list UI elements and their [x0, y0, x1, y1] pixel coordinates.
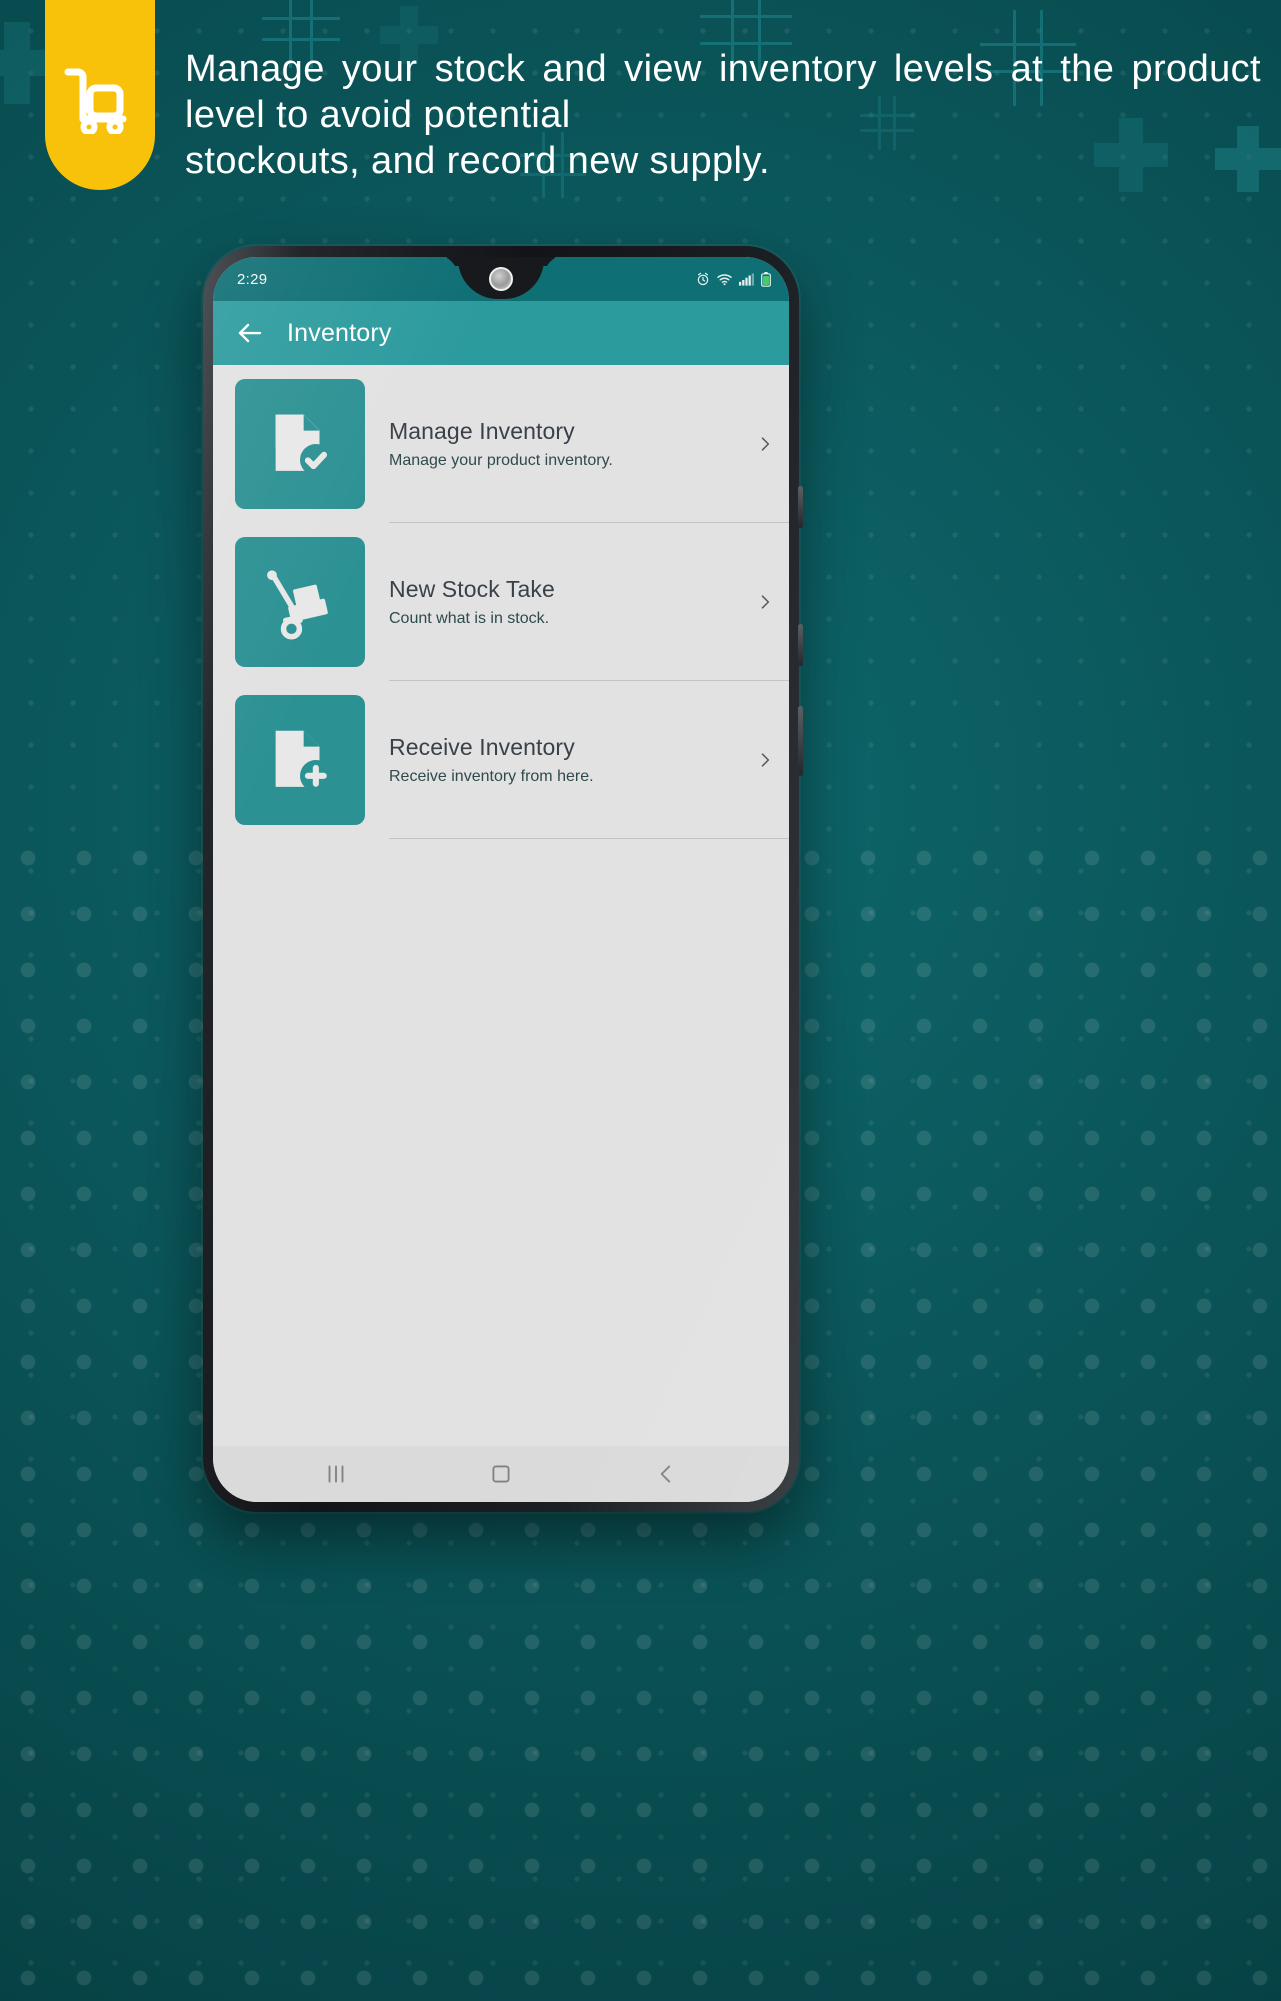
alarm-icon	[697, 272, 709, 286]
list-item-tile	[235, 695, 365, 825]
hand-truck-boxes-icon	[267, 570, 328, 640]
hand-truck-icon	[64, 68, 127, 134]
list-item-title: New Stock Take	[389, 575, 555, 602]
document-plus-icon	[275, 730, 332, 792]
back-icon[interactable]	[653, 1461, 679, 1487]
list-item-title: Receive Inventory	[389, 733, 575, 760]
android-navigation-bar	[213, 1446, 789, 1502]
chevron-right-icon[interactable]	[755, 750, 775, 770]
battery-icon	[761, 271, 771, 287]
phone-side-button	[798, 624, 803, 666]
list-item[interactable]: Manage Inventory Manage your product inv…	[213, 365, 789, 523]
app-bar-title: Inventory	[287, 318, 392, 347]
status-bar: 2:29	[213, 257, 789, 301]
back-arrow-icon[interactable]	[235, 318, 265, 348]
phone-notch	[458, 257, 544, 299]
inventory-list: Manage Inventory Manage your product inv…	[213, 365, 789, 1446]
chevron-right-icon[interactable]	[755, 434, 775, 454]
list-item[interactable]: Receive Inventory Receive inventory from…	[213, 681, 789, 839]
list-item-text: New Stock Take Count what is in stock.	[389, 523, 789, 681]
phone-mockup: 2:29 Inventory Manage Inventory Manage y…	[203, 246, 803, 1512]
list-item-title: Manage Inventory	[389, 417, 575, 444]
list-item-subtitle: Receive inventory from here.	[389, 767, 594, 785]
page-title: Manage your stock and view inventory lev…	[185, 46, 1261, 184]
status-icons	[696, 271, 771, 287]
headline-main: Manage your stock and view inventory lev…	[185, 48, 1261, 136]
wifi-icon	[717, 273, 732, 285]
home-icon[interactable]	[488, 1461, 514, 1487]
front-camera-icon	[489, 267, 513, 291]
list-item-tile	[235, 537, 365, 667]
promo-header: Manage your stock and view inventory lev…	[0, 0, 1281, 200]
chevron-right-icon[interactable]	[755, 592, 775, 612]
phone-side-button	[798, 706, 803, 776]
app-bar: Inventory	[213, 301, 789, 365]
list-item[interactable]: New Stock Take Count what is in stock.	[213, 523, 789, 681]
list-item-subtitle: Manage your product inventory.	[389, 451, 613, 469]
list-item-tile	[235, 379, 365, 509]
recents-icon[interactable]	[323, 1461, 349, 1487]
header-badge	[45, 0, 155, 190]
headline-last: stockouts, and record new supply.	[185, 140, 770, 182]
document-check-icon	[275, 414, 332, 476]
phone-side-button	[798, 486, 803, 528]
status-time: 2:29	[237, 270, 268, 288]
signal-icon	[739, 272, 754, 286]
list-item-text: Receive Inventory Receive inventory from…	[389, 681, 789, 839]
list-item-subtitle: Count what is in stock.	[389, 609, 550, 627]
phone-screen: 2:29 Inventory Manage Inventory Manage y…	[213, 257, 789, 1502]
list-item-text: Manage Inventory Manage your product inv…	[389, 365, 789, 523]
